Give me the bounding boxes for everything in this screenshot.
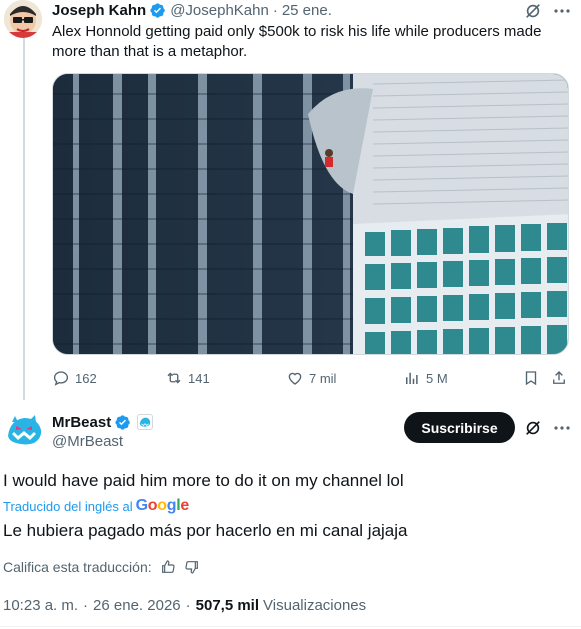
share-icon (553, 371, 565, 384)
reply-count: 162 (75, 370, 97, 386)
views-button[interactable]: 5 M (403, 366, 448, 390)
divider (0, 626, 581, 627)
views-count: 5 M (426, 370, 448, 386)
tweet-text: Alex Honnold getting paid only $500k to … (52, 23, 542, 60)
reply-author-handle[interactable]: @MrBeast (52, 433, 123, 450)
separator-dot: · (83, 596, 89, 614)
avatar-mrbeast[interactable] (4, 410, 44, 450)
more-options-icon[interactable] (553, 4, 571, 18)
thread-connector-line (23, 38, 25, 400)
tweet-date[interactable]: 25 ene. (282, 2, 332, 19)
google-logo: Google (135, 497, 190, 514)
separator-dot: · (272, 1, 278, 19)
repost-button[interactable]: 141 (165, 366, 210, 390)
heart-icon (288, 372, 302, 385)
author-handle[interactable]: @JosephKahn (170, 2, 269, 19)
translated-text: Le hubiera pagado más por hacerlo en mi … (3, 521, 408, 540)
tweet-media-image[interactable] (52, 73, 569, 355)
like-button[interactable]: 7 mil (286, 366, 336, 390)
thumbs-down-icon[interactable] (184, 559, 200, 575)
verified-badge-icon[interactable] (114, 414, 131, 431)
tweet-meta-row: 10:23 a. m. · 26 ene. 2026 · 507,5 mil V… (3, 595, 366, 615)
tweet-date[interactable]: 26 ene. 2026 (93, 597, 181, 614)
tweet-header: Joseph Kahn @JosephKahn · 25 ene. (52, 0, 332, 20)
avatar-joseph-kahn[interactable] (4, 0, 42, 38)
author-name[interactable]: Joseph Kahn (52, 2, 146, 19)
rate-translation-row: Califica esta traducción: (3, 557, 200, 577)
grok-icon[interactable] (524, 419, 542, 437)
more-options-icon[interactable] (553, 421, 571, 435)
parent-tweet[interactable]: Joseph Kahn @JosephKahn · 25 ene. Alex H… (0, 0, 581, 400)
reply-button[interactable]: 162 (52, 366, 97, 390)
views-count[interactable]: 507,5 mil (196, 597, 259, 614)
bookmark-button[interactable] (522, 366, 545, 390)
affiliate-badge-icon[interactable] (137, 414, 154, 430)
analytics-bar-icon (406, 372, 418, 384)
tweet-time[interactable]: 10:23 a. m. (3, 597, 78, 614)
repost-count: 141 (188, 370, 210, 386)
tweet-action-bar: 162 141 7 mil 5 M (52, 366, 572, 390)
views-label: Visualizaciones (263, 596, 367, 614)
reply-author-name[interactable]: MrBeast (52, 414, 111, 431)
translated-by-label: Traducido del inglés al (3, 498, 133, 514)
subscribe-button[interactable]: Suscribirse (404, 412, 515, 443)
like-count: 7 mil (309, 370, 337, 386)
share-button[interactable] (550, 366, 573, 390)
bookmark-icon (525, 371, 537, 386)
thumbs-up-icon[interactable] (160, 559, 176, 575)
grok-icon[interactable] (524, 2, 542, 20)
reply-text: I would have paid him more to do it on m… (3, 471, 404, 490)
reply-icon (53, 371, 69, 386)
separator-dot: · (185, 596, 191, 614)
verified-badge-icon[interactable] (149, 2, 166, 19)
translated-by-link[interactable]: Traducido del inglés al Google (3, 496, 189, 516)
reply-header: MrBeast (52, 412, 154, 432)
rate-translation-label: Califica esta traducción: (3, 559, 152, 575)
repost-icon (167, 372, 181, 384)
